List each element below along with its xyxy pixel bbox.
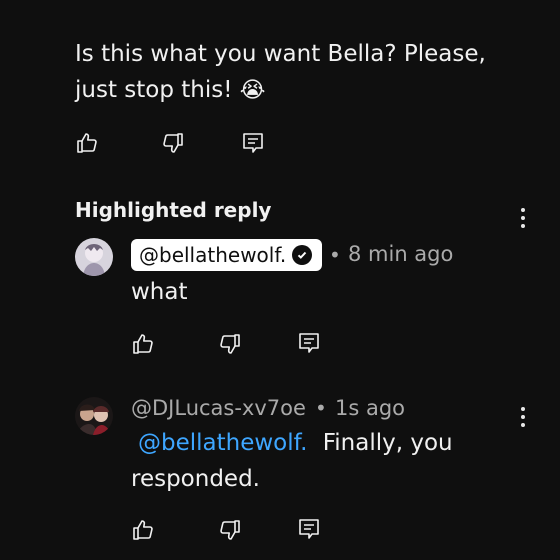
- thumbs-up-icon: [133, 520, 153, 540]
- reply-button[interactable]: [297, 517, 323, 543]
- reply-comment-icon: [299, 519, 319, 539]
- avatar-image: [75, 238, 113, 276]
- reply2-line2: responded.: [131, 466, 260, 492]
- dislike-button[interactable]: [161, 131, 187, 157]
- main-comment-line2: just stop this! 😭: [75, 72, 535, 109]
- verified-check-icon: [292, 245, 313, 265]
- avatar[interactable]: [75, 238, 113, 276]
- reply1-author: @bellathewolf.: [139, 243, 287, 267]
- main-comment-line2-text: just stop this!: [75, 77, 233, 103]
- separator-dot: •: [329, 243, 341, 267]
- reply1-timestamp: 8 min ago: [348, 242, 454, 266]
- main-comment-text: Is this what you want Bella? Please, jus…: [75, 36, 535, 109]
- thumbs-down-icon: [220, 520, 240, 540]
- reply-button[interactable]: [241, 131, 267, 157]
- thumbs-up-icon: [133, 334, 153, 354]
- highlighted-reply-label: Highlighted reply: [75, 198, 272, 222]
- reply-button[interactable]: [297, 331, 323, 357]
- avatar-image: [75, 397, 113, 435]
- dislike-button[interactable]: [218, 518, 244, 544]
- reply-comment-icon: [243, 133, 263, 153]
- highlighted-reply-menu-button[interactable]: [519, 208, 527, 232]
- thumbs-up-icon: [77, 133, 97, 153]
- mention-link[interactable]: @bellathewolf.: [138, 430, 307, 456]
- reply2-line1: @bellathewolf. Finally, you: [131, 425, 531, 461]
- reply1-text: what: [131, 279, 188, 305]
- reply-comment-icon: [299, 333, 319, 353]
- crying-emoji: 😭: [239, 78, 266, 103]
- dislike-button[interactable]: [218, 332, 244, 358]
- reply2-timestamp: 1s ago: [335, 396, 406, 420]
- main-comment-line1: Is this what you want Bella? Please,: [75, 41, 486, 67]
- thumbs-down-icon: [163, 133, 183, 153]
- separator-dot: •: [315, 396, 327, 420]
- reply2-author[interactable]: @DJLucas-xv7oe: [131, 396, 306, 420]
- like-button[interactable]: [131, 518, 157, 544]
- reply2-line1-text: Finally, you: [322, 430, 453, 456]
- thumbs-down-icon: [220, 334, 240, 354]
- reply2-text: @bellathewolf. Finally, you responded.: [131, 425, 531, 497]
- like-button[interactable]: [131, 332, 157, 358]
- more-vert-icon: [519, 407, 527, 427]
- more-vert-icon: [519, 208, 527, 228]
- like-button[interactable]: [75, 131, 101, 157]
- author-highlight-badge[interactable]: @bellathewolf.: [131, 239, 323, 271]
- avatar[interactable]: [75, 397, 113, 435]
